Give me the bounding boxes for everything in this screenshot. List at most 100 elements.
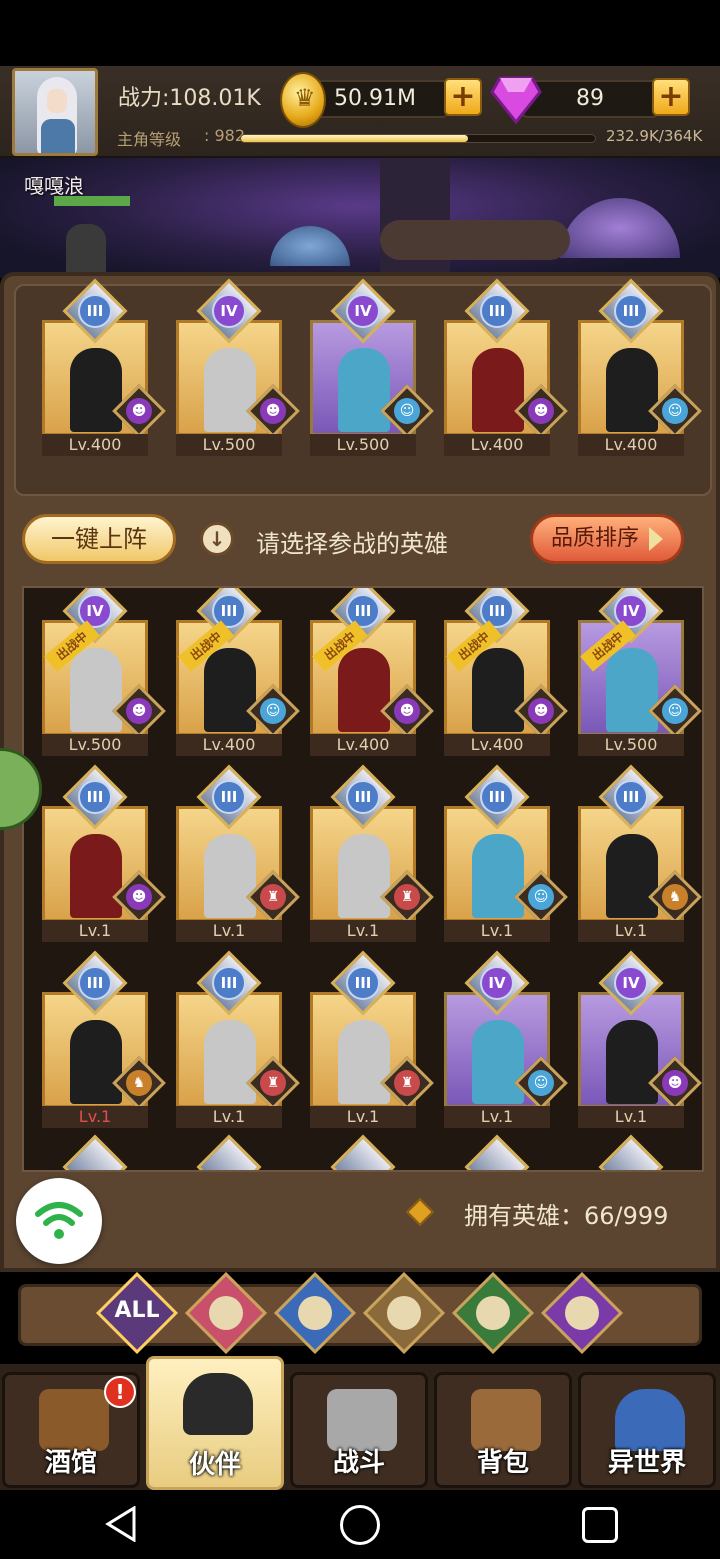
rank-badge bbox=[464, 1134, 530, 1170]
rank-numeral: IV bbox=[614, 966, 648, 1000]
hero-silhouette bbox=[70, 348, 122, 432]
scene-hp-bar-fill bbox=[54, 196, 130, 206]
rank-numeral: III bbox=[78, 966, 112, 1000]
hero-card-partial[interactable] bbox=[444, 1134, 550, 1170]
hero-card[interactable]: III ☻ Lv.400 bbox=[444, 278, 568, 456]
hero-level: Lv.400 bbox=[176, 734, 282, 756]
filter-tab-beast[interactable] bbox=[362, 1271, 446, 1355]
filter-tab-all[interactable]: ALL bbox=[95, 1271, 179, 1355]
hero-level: Lv.1 bbox=[444, 920, 550, 942]
nav-otherworld[interactable]: 异世界 bbox=[578, 1372, 716, 1488]
nav-bag[interactable]: 背包 bbox=[434, 1372, 572, 1488]
scene-mushroom bbox=[560, 198, 680, 258]
elf-faction-icon: ☺ bbox=[394, 398, 420, 424]
hero-card-partial[interactable] bbox=[578, 1134, 684, 1170]
hero-silhouette bbox=[472, 348, 524, 432]
hero-level: Lv.500 bbox=[578, 734, 684, 756]
beast-faction-icon bbox=[387, 1296, 421, 1330]
hero-card[interactable]: IV ☻ Lv.500 bbox=[176, 278, 300, 456]
filter-tab-nature[interactable] bbox=[451, 1271, 535, 1355]
gem-icon bbox=[490, 76, 542, 124]
hero-level: Lv.400 bbox=[310, 734, 416, 756]
hero-silhouette bbox=[338, 648, 390, 732]
human-faction-icon: ♜ bbox=[260, 884, 286, 910]
hero-card[interactable]: III ♜ Lv.1 bbox=[310, 950, 434, 1128]
lineup-slots: III ☻ Lv.400 IV ☻ Lv.500 IV ☺ Lv.500 III ☻ Lv.400 II… bbox=[14, 278, 712, 496]
rank-badge bbox=[330, 1134, 396, 1170]
hero-card[interactable]: III ☻ Lv.400 bbox=[42, 278, 166, 456]
hero-card[interactable]: III ☻ Lv.400 出战中 bbox=[310, 588, 434, 756]
hero-silhouette bbox=[204, 834, 256, 918]
rank-badge bbox=[598, 1134, 664, 1170]
hero-card[interactable]: IV ☺ Lv.500 bbox=[310, 278, 434, 456]
recent-apps-icon[interactable] bbox=[582, 1507, 618, 1543]
hero-card[interactable]: IV ☻ Lv.1 bbox=[578, 950, 702, 1128]
rank-numeral: III bbox=[78, 294, 112, 328]
hero-card[interactable]: III ♞ Lv.1 bbox=[42, 950, 166, 1128]
quality-sort-button[interactable]: 品质排序 bbox=[530, 514, 684, 564]
owned-heroes-count: 拥有英雄：66/999 bbox=[464, 1202, 669, 1230]
hero-silhouette bbox=[204, 1020, 256, 1104]
scene-hero bbox=[66, 224, 106, 278]
wifi-button[interactable] bbox=[16, 1178, 102, 1264]
hero-silhouette bbox=[606, 1020, 658, 1104]
hero-card[interactable]: III ☺ Lv.400 出战中 bbox=[176, 588, 300, 756]
hero-card[interactable]: IV ☺ Lv.500 出战中 bbox=[578, 588, 702, 756]
home-icon[interactable] bbox=[340, 1505, 380, 1545]
controls-row: 一键上阵 ↓ 请选择参战的英雄 品质排序 bbox=[4, 510, 716, 570]
filter-tab-human[interactable] bbox=[184, 1271, 268, 1355]
hero-silhouette bbox=[606, 348, 658, 432]
hero-card[interactable]: III ♜ Lv.1 bbox=[310, 764, 434, 942]
tavern-alert-badge: ! bbox=[104, 1376, 136, 1408]
auto-deploy-button[interactable]: 一键上阵 bbox=[22, 514, 176, 564]
add-gold-button[interactable]: + bbox=[444, 78, 482, 116]
hero-card[interactable]: IV ☻ Lv.500 出战中 bbox=[42, 588, 166, 756]
demon-faction-icon: ☻ bbox=[528, 698, 554, 724]
hero-level: Lv.1 bbox=[42, 920, 148, 942]
hero-card[interactable]: III ♞ Lv.1 bbox=[578, 764, 702, 942]
filter-tab-elf[interactable] bbox=[273, 1271, 357, 1355]
hero-card[interactable]: III ☻ Lv.1 bbox=[42, 764, 166, 942]
rank-numeral: III bbox=[212, 966, 246, 1000]
hero-card[interactable]: III ♜ Lv.1 bbox=[176, 764, 300, 942]
player-avatar[interactable] bbox=[12, 68, 98, 156]
nav-partner[interactable]: 伙伴 bbox=[146, 1356, 284, 1490]
hero-card-partial[interactable] bbox=[42, 1134, 148, 1170]
rank-numeral: III bbox=[346, 780, 380, 814]
xp-bar bbox=[240, 134, 596, 143]
hero-card[interactable]: IV ☺ Lv.1 bbox=[444, 950, 568, 1128]
scene-mushroom bbox=[270, 226, 350, 266]
hero-card[interactable]: III ☺ Lv.1 bbox=[444, 764, 568, 942]
hero-level: Lv.500 bbox=[176, 434, 282, 456]
scene-hp-bar bbox=[54, 196, 130, 206]
diamond-icon bbox=[405, 1197, 435, 1227]
demon-faction-icon: ☻ bbox=[528, 398, 554, 424]
partner-panel: III ☻ Lv.400 IV ☻ Lv.500 IV ☺ Lv.500 III ☻ Lv.400 II… bbox=[0, 272, 720, 1272]
add-gems-button[interactable]: + bbox=[652, 78, 690, 116]
hero-card-partial[interactable] bbox=[176, 1134, 282, 1170]
hero-silhouette bbox=[204, 348, 256, 432]
hero-silhouette bbox=[70, 1020, 122, 1104]
demon-faction-icon: ☻ bbox=[394, 698, 420, 724]
hero-card[interactable]: III ♜ Lv.1 bbox=[176, 950, 300, 1128]
hero-card[interactable]: III ☻ Lv.400 出战中 bbox=[444, 588, 568, 756]
hero-grid[interactable]: IV ☻ Lv.500 出战中 III ☺ Lv.400 出战中 III ☻ Lv.400 出战中 II… bbox=[22, 586, 704, 1172]
nav-battle[interactable]: 战斗 bbox=[290, 1372, 428, 1488]
nature-faction-icon bbox=[476, 1296, 510, 1330]
rank-numeral: III bbox=[480, 294, 514, 328]
back-icon[interactable] bbox=[104, 1506, 138, 1542]
filter-all-label: ALL bbox=[114, 1298, 160, 1323]
human-faction-icon bbox=[209, 1296, 243, 1330]
scene-tree bbox=[380, 158, 450, 278]
scene-hero-name: 嘎嘎浪 bbox=[24, 174, 84, 198]
hero-silhouette bbox=[472, 834, 524, 918]
status-bar bbox=[0, 0, 720, 66]
player-level-label: 主角等级 bbox=[117, 130, 182, 149]
filter-tab-demon[interactable] bbox=[540, 1271, 624, 1355]
hero-level: Lv.1 bbox=[310, 1106, 416, 1128]
hero-card[interactable]: III ☺ Lv.400 bbox=[578, 278, 702, 456]
rank-numeral: III bbox=[614, 294, 648, 328]
player-level-value: : 982 bbox=[204, 126, 246, 145]
scene-log bbox=[380, 220, 570, 260]
hero-card-partial[interactable] bbox=[310, 1134, 416, 1170]
